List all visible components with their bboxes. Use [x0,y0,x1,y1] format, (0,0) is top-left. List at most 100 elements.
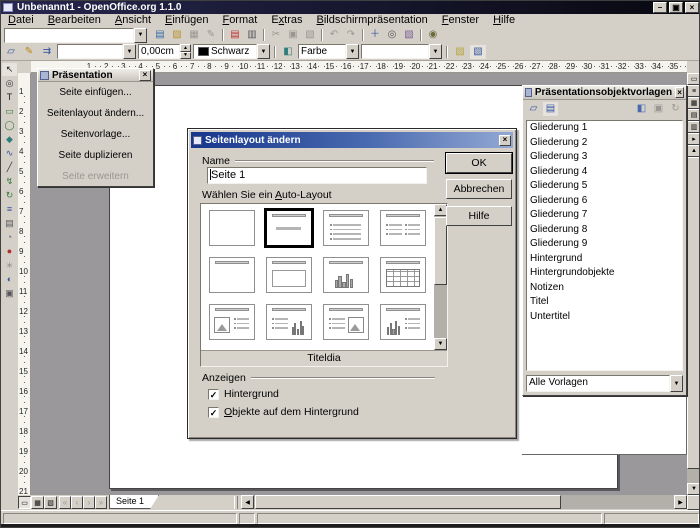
pen-icon[interactable]: ✎ [21,45,37,59]
restore-button[interactable]: ▣ [669,2,683,13]
navigator-icon[interactable]: ＋ [367,28,383,42]
checkbox-box[interactable]: ✓ [208,389,219,400]
fill-color-combobox[interactable]: ▼ [361,44,442,59]
stylist-titlebar[interactable]: Präsentationsobjektvorlagen × [523,86,686,100]
scroll-left-icon[interactable]: ◀ [241,495,254,509]
handout-view-button[interactable]: ▥ [687,121,700,133]
layout-option-title-two-text[interactable] [380,210,426,246]
presentation-command-seite-einf-gen[interactable]: Seite einfügen... [38,82,153,103]
layout-option-title-table[interactable] [380,257,426,293]
new-style-icon[interactable]: ▣ [651,102,666,116]
fill-color-dropdown-icon[interactable]: ▼ [429,44,442,59]
layout-option-title-text-clipart[interactable] [323,304,369,340]
arrange-icon[interactable]: ▤ [2,217,17,230]
minimize-button[interactable]: – [653,2,667,13]
gallery-icon[interactable]: ▧ [401,28,417,42]
lines-arrows-icon[interactable]: ╱ [2,161,17,174]
page-tab-seite-1[interactable]: Seite 1 [109,495,159,509]
style-item[interactable]: Gliederung 1 [527,121,682,136]
menu-datei[interactable]: Datei [1,14,41,27]
layer-mode-button[interactable]: ▧ [44,496,57,509]
name-input[interactable]: Seite 1 [207,167,427,184]
connector-icon[interactable]: ↯ [2,175,17,188]
scrollbar-thumb[interactable] [255,495,561,509]
window-titlebar[interactable]: Unbenannt1 - OpenOffice.org 1.1.0 – ▣ × [1,1,700,14]
layout-option-title-text[interactable] [323,210,369,246]
fill-type-dropdown-icon[interactable]: ▼ [346,44,359,59]
layout-option-title-frame[interactable] [266,257,312,293]
arrow-style-icon[interactable]: ⇉ [39,45,55,59]
text-tool-icon[interactable]: T [2,91,17,104]
line-color-combobox[interactable]: Schwarz ▼ [193,44,270,59]
select-icon[interactable]: ↖ [2,63,17,76]
menu-bearbeiten[interactable]: Bearbeiten [41,14,108,27]
camera-icon[interactable]: ◉ [425,28,441,42]
drawing-view-button[interactable]: ▭ [687,73,700,85]
presentation-box-icon[interactable]: ▣ [2,287,17,300]
style-item[interactable]: Untertitel [527,310,682,325]
export-pdf-icon[interactable]: ▤ [227,28,243,42]
new-document-icon[interactable]: ▤ [152,28,168,42]
slides-view-button[interactable]: ▦ [687,97,700,109]
scroll-down-icon[interactable]: ▼ [434,338,447,350]
scrollbar-thumb[interactable] [687,157,700,469]
fill-type-combobox[interactable]: Farbe ▼ [298,44,359,59]
open-icon[interactable]: ▨ [169,28,185,42]
master-mode-button[interactable]: ▦ [31,496,44,509]
line-width-down-icon[interactable]: ▼ [180,52,191,60]
presentation-toolbar-close-icon[interactable]: × [139,70,151,81]
url-combobox[interactable]: ▼ [4,28,147,43]
rectangle-tool-icon[interactable]: ▭ [2,105,17,118]
graphic-styles-icon[interactable]: ▱ [526,102,541,116]
layout-list[interactable]: ▲ ▼ Titeldia [200,203,448,367]
layout-option-title-only[interactable] [209,257,255,293]
menu-hilfe[interactable]: Hilfe [486,14,522,27]
rotate-icon[interactable]: ↻ [2,189,17,202]
update-style-icon[interactable]: ↻ [668,102,683,116]
layout-option-title-text-chart[interactable] [266,304,312,340]
style-item[interactable]: Gliederung 8 [527,223,682,238]
scrollbar-thumb[interactable] [434,217,447,285]
effects-icon[interactable]: ◔ [2,231,17,244]
curve-tool-icon[interactable]: ∿ [2,147,17,160]
fill-format-mode-icon[interactable]: ◧ [634,102,649,116]
menu-extras[interactable]: Extras [264,14,309,27]
cancel-button[interactable]: Abbrechen [446,179,512,199]
scroll-down-icon[interactable]: ▼ [687,483,700,495]
menu-format[interactable]: Format [215,14,264,27]
style-item[interactable]: Gliederung 7 [527,208,682,223]
page-mode-button[interactable]: ▭ [18,496,31,509]
style-item[interactable]: Gliederung 6 [527,194,682,209]
line-width-up-icon[interactable]: ▲ [180,44,191,52]
alignment-icon[interactable]: ≡ [2,203,17,216]
menu-einfgen[interactable]: Einfügen [158,14,215,27]
print-icon[interactable]: ▥ [244,28,260,42]
presentation-styles-icon[interactable]: ▤ [543,102,558,116]
style-item[interactable]: Notizen [527,281,682,296]
style-item[interactable]: Hintergrund [527,252,682,267]
fill-style-icon[interactable]: ◧ [280,45,296,59]
layout-option-blank[interactable] [209,210,255,246]
style-filter-dropdown-icon[interactable]: ▼ [670,375,683,392]
line-color-dropdown-icon[interactable]: ▼ [257,44,270,59]
zoom-tool-icon[interactable]: ◎ [2,77,17,90]
url-dropdown-icon[interactable]: ▼ [134,28,147,43]
line-style-combobox[interactable]: ▼ [57,44,136,59]
shadow-icon[interactable]: ▨ [452,45,468,59]
menu-fenster[interactable]: Fenster [435,14,486,27]
help-button[interactable]: Hilfe [446,206,512,226]
rotation-mode-icon[interactable]: ▧ [470,45,486,59]
outline-view-button[interactable]: ≡ [687,85,700,97]
vertical-scrollbar[interactable]: ▭≡▦▤▥▸▲▼ [687,61,700,495]
animation-icon[interactable]: ∗ [2,259,17,272]
dialog-titlebar[interactable]: Seitenlayout ändern × [191,132,513,148]
notes-view-button[interactable]: ▤ [687,109,700,121]
zoom-icon[interactable]: ◎ [384,28,400,42]
style-item[interactable]: Titel [527,295,682,310]
ok-button[interactable]: OK [446,153,512,173]
presentation-command-seitenlayout-ndern[interactable]: Seitenlayout ändern... [38,103,153,124]
vertical-ruler[interactable]: 123456789101112131415161718192021 [18,73,31,495]
presentation-command-seitenvorlage[interactable]: Seitenvorlage... [38,124,153,145]
3d-objects-icon[interactable]: ◆ [2,133,17,146]
3d-controller-icon[interactable]: ◐ [2,273,17,286]
